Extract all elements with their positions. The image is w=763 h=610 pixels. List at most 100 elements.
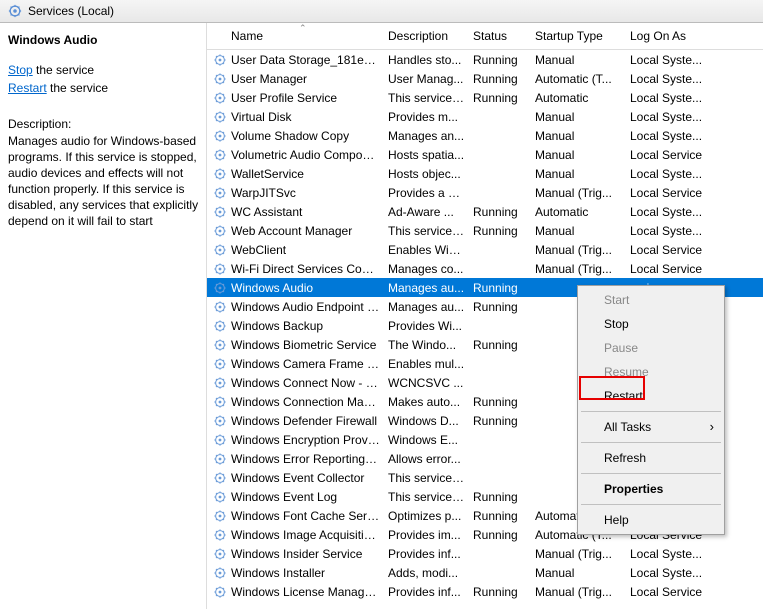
service-row[interactable]: WC AssistantAd-Aware ...RunningAutomatic… [207,202,763,221]
cell-description: Provides Wi... [388,319,473,333]
service-icon [213,53,231,67]
cell-status: Running [473,528,535,542]
cell-name: WarpJITSvc [231,186,388,200]
ctx-properties[interactable]: Properties [580,477,722,501]
service-row[interactable]: User ManagerUser Manag...RunningAutomati… [207,69,763,88]
service-row[interactable]: Wi-Fi Direct Services Conne...Manages co… [207,259,763,278]
service-icon [213,566,231,580]
cell-startup: Manual [535,53,630,67]
service-row[interactable]: User Data Storage_181e8d93Handles sto...… [207,50,763,69]
service-icon [213,129,231,143]
service-icon [213,281,231,295]
service-icon [213,585,231,599]
cell-description: Allows error... [388,452,473,466]
cell-startup: Manual (Trig... [535,585,630,599]
details-pane: Windows Audio Stop the service Restart t… [0,23,207,609]
service-icon [213,357,231,371]
cell-startup: Manual (Trig... [535,547,630,561]
col-startup-type[interactable]: Startup Type [535,29,630,43]
col-log-on-as[interactable]: Log On As [630,29,725,43]
cell-name: Windows Insider Service [231,547,388,561]
cell-status: Running [473,205,535,219]
cell-logon: Local Syste... [630,129,725,143]
cell-startup: Manual [535,224,630,238]
service-icon [213,414,231,428]
cell-name: Web Account Manager [231,224,388,238]
cell-description: Optimizes p... [388,509,473,523]
ctx-stop[interactable]: Stop [580,312,722,336]
cell-description: Enables mul... [388,357,473,371]
header-bar: Services (Local) [0,0,763,23]
context-menu: Start Stop Pause Resume Restart All Task… [577,285,725,535]
sort-indicator-icon: ⌃ [299,23,307,34]
cell-status: Running [473,224,535,238]
ctx-resume: Resume [580,360,722,384]
ctx-refresh[interactable]: Refresh [580,446,722,470]
service-row[interactable]: WebClientEnables Win...Manual (Trig...Lo… [207,240,763,259]
cell-name: WalletService [231,167,388,181]
cell-startup: Automatic (T... [535,72,630,86]
cell-name: User Data Storage_181e8d93 [231,53,388,67]
service-row[interactable]: Windows Insider ServiceProvides inf... Ma… [207,544,763,563]
description-label: Description: [8,117,200,131]
ctx-pause: Pause [580,336,722,360]
service-icon [213,186,231,200]
cell-logon: Local Service [630,243,725,257]
cell-name: Windows Error Reporting Se... [231,452,388,466]
service-row[interactable]: WalletServiceHosts objec...ManualLocal S… [207,164,763,183]
cell-description: Provides m... [388,110,473,124]
cell-logon: Local Syste... [630,53,725,67]
service-row[interactable]: Volumetric Audio Composit...Hosts spatia… [207,145,763,164]
service-icon [213,110,231,124]
service-icon [213,72,231,86]
cell-description: Ad-Aware ... [388,205,473,219]
service-row[interactable]: User Profile ServiceThis service ...Runn… [207,88,763,107]
cell-status: Running [473,585,535,599]
cell-logon: Local Syste... [630,167,725,181]
stop-service-link[interactable]: Stop [8,63,33,77]
cell-description: This service ... [388,471,473,485]
col-status[interactable]: Status [473,29,535,43]
cell-status: Running [473,414,535,428]
cell-logon: Local Syste... [630,224,725,238]
cell-logon: Local Service [630,148,725,162]
service-row[interactable]: WarpJITSvcProvides a JI...Manual (Trig..… [207,183,763,202]
service-row[interactable]: Windows License Manager ...Provides inf.… [207,582,763,601]
cell-name: Windows Encryption Provid... [231,433,388,447]
cell-description: Provides inf... [388,547,473,561]
cell-status: Running [473,338,535,352]
ctx-all-tasks[interactable]: All Tasks [580,415,722,439]
service-icon [213,224,231,238]
cell-startup: Automatic [535,91,630,105]
cell-description: Provides im... [388,528,473,542]
service-icon [213,376,231,390]
cell-description: Hosts objec... [388,167,473,181]
restart-service-link[interactable]: Restart [8,81,47,95]
ctx-start: Start [580,288,722,312]
cell-logon: Local Service [630,186,725,200]
ctx-help[interactable]: Help [580,508,722,532]
col-description[interactable]: Description [388,29,473,43]
service-row[interactable]: Windows InstallerAdds, modi...ManualLoca… [207,563,763,582]
service-icon [213,300,231,314]
cell-startup: Automatic [535,205,630,219]
service-icon [213,91,231,105]
cell-description: WCNCSVC ... [388,376,473,390]
service-row[interactable]: Web Account ManagerThis service ...Runni… [207,221,763,240]
ctx-separator [581,411,721,412]
cell-name: User Profile Service [231,91,388,105]
cell-description: Manages au... [388,300,473,314]
service-row[interactable]: Virtual DiskProvides m...ManualLocal Sys… [207,107,763,126]
service-row[interactable]: Volume Shadow CopyManages an...ManualLoc… [207,126,763,145]
cell-status: Running [473,91,535,105]
service-icon [213,148,231,162]
cell-logon: Local Service [630,262,725,276]
ctx-restart[interactable]: Restart [580,384,722,408]
cell-description: Manages co... [388,262,473,276]
header-title: Services (Local) [28,4,114,18]
cell-description: Adds, modi... [388,566,473,580]
cell-name: Windows Connection Mana... [231,395,388,409]
cell-logon: Local Syste... [630,547,725,561]
column-headers[interactable]: ⌃ Name Description Status Startup Type L… [207,23,763,50]
cell-status: Running [473,490,535,504]
